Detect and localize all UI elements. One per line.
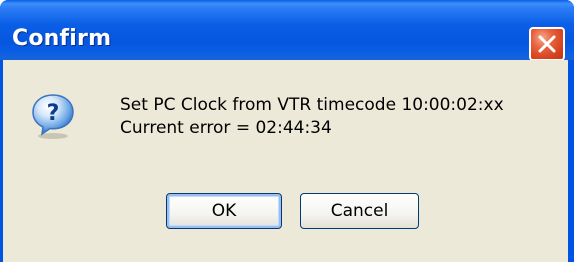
message-text: Set PC Clock from VTR timecode 10:00:02:…: [120, 94, 504, 140]
confirm-dialog: Confirm ? Set PC Clock from VTR timecode…: [0, 0, 574, 262]
close-button[interactable]: [529, 27, 565, 61]
dialog-title: Confirm: [12, 26, 112, 51]
cancel-button[interactable]: Cancel: [300, 193, 419, 229]
message-line-error: Current error = 02:44:34: [120, 118, 332, 138]
svg-text:?: ?: [47, 101, 60, 126]
close-icon: [538, 35, 556, 53]
dialog-body: ? Set PC Clock from VTR timecode 10:00:0…: [3, 60, 568, 262]
title-bar[interactable]: Confirm: [0, 0, 574, 61]
question-icon: ?: [32, 94, 74, 139]
ok-button[interactable]: OK: [166, 193, 282, 229]
message-line-timecode: Set PC Clock from VTR timecode 10:00:02:…: [120, 95, 504, 115]
